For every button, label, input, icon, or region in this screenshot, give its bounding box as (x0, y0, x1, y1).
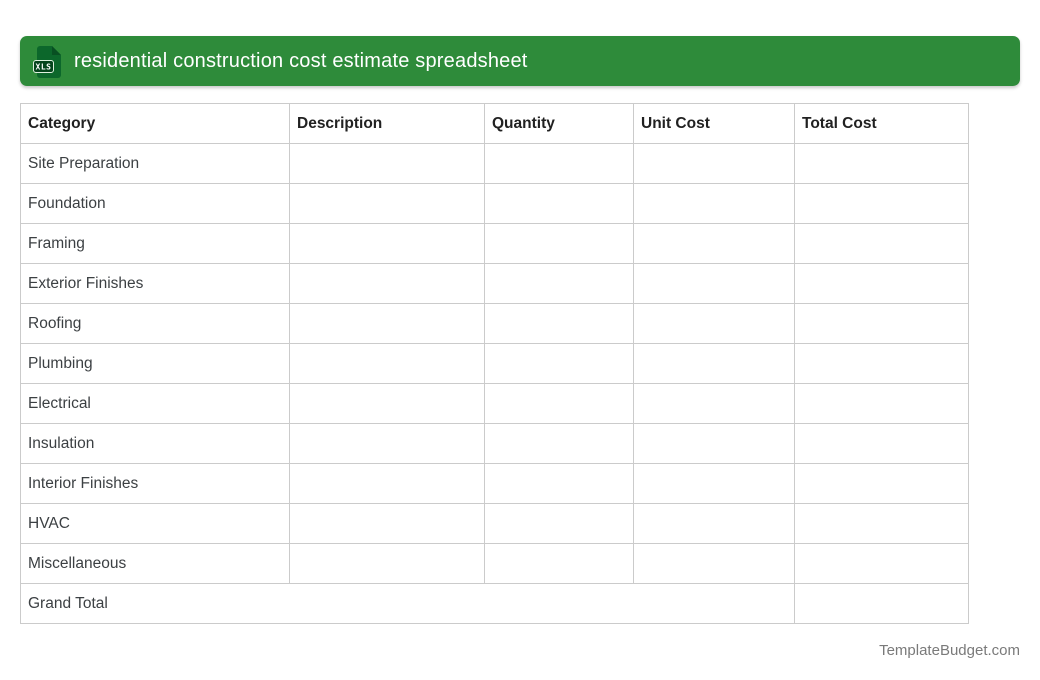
category-cell: Electrical (20, 383, 290, 424)
quantity-cell (484, 183, 634, 224)
quantity-cell (484, 503, 634, 544)
unit-cost-cell (633, 183, 795, 224)
quantity-cell (484, 343, 634, 384)
unit-cost-cell (633, 463, 795, 504)
table-row: HVAC (20, 503, 969, 544)
table-row: Plumbing (20, 343, 969, 384)
description-cell (289, 503, 485, 544)
unit-cost-cell (633, 223, 795, 264)
category-cell: Interior Finishes (20, 463, 290, 504)
page-title: residential construction cost estimate s… (74, 49, 528, 72)
xls-file-icon: XLS (33, 45, 62, 79)
table-row: Miscellaneous (20, 543, 969, 584)
column-header-description: Description (289, 103, 485, 144)
quantity-cell (484, 423, 634, 464)
table-row: Interior Finishes (20, 463, 969, 504)
xls-icon-label: XLS (36, 63, 52, 72)
description-cell (289, 183, 485, 224)
table-row: Foundation (20, 183, 969, 224)
column-header-category: Category (20, 103, 290, 144)
quantity-cell (484, 463, 634, 504)
quantity-cell (484, 303, 634, 344)
description-cell (289, 423, 485, 464)
total-cost-cell (794, 503, 969, 544)
site-credit: TemplateBudget.com (879, 642, 1020, 659)
description-cell (289, 143, 485, 184)
table-row: Roofing (20, 303, 969, 344)
description-cell (289, 223, 485, 264)
category-cell: Plumbing (20, 343, 290, 384)
total-cost-cell (794, 343, 969, 384)
column-header-total-cost: Total Cost (794, 103, 969, 144)
quantity-cell (484, 223, 634, 264)
unit-cost-cell (633, 423, 795, 464)
category-cell: Miscellaneous (20, 543, 290, 584)
total-cost-cell (794, 143, 969, 184)
unit-cost-cell (633, 383, 795, 424)
grand-total-label-cell: Grand Total (20, 583, 795, 624)
table-body: Site Preparation Foundation Framing Exte… (20, 143, 969, 584)
category-cell: Roofing (20, 303, 290, 344)
quantity-cell (484, 543, 634, 584)
unit-cost-cell (633, 343, 795, 384)
category-cell: Framing (20, 223, 290, 264)
category-cell: Exterior Finishes (20, 263, 290, 304)
title-banner: XLS residential construction cost estima… (20, 36, 1020, 86)
category-cell: HVAC (20, 503, 290, 544)
total-cost-cell (794, 423, 969, 464)
table-row: Framing (20, 223, 969, 264)
total-cost-cell (794, 383, 969, 424)
unit-cost-cell (633, 503, 795, 544)
total-cost-cell (794, 183, 969, 224)
quantity-cell (484, 263, 634, 304)
total-cost-cell (794, 543, 969, 584)
column-header-quantity: Quantity (484, 103, 634, 144)
total-cost-cell (794, 303, 969, 344)
category-cell: Site Preparation (20, 143, 290, 184)
description-cell (289, 303, 485, 344)
table-row: Site Preparation (20, 143, 969, 184)
cost-estimate-table: Category Description Quantity Unit Cost … (20, 103, 969, 624)
grand-total-cost-cell (794, 583, 969, 624)
unit-cost-cell (633, 303, 795, 344)
description-cell (289, 383, 485, 424)
unit-cost-cell (633, 543, 795, 584)
total-cost-cell (794, 263, 969, 304)
grand-total-row: Grand Total (20, 583, 969, 624)
quantity-cell (484, 143, 634, 184)
table-row: Electrical (20, 383, 969, 424)
description-cell (289, 463, 485, 504)
header-row: Category Description Quantity Unit Cost … (20, 103, 969, 144)
unit-cost-cell (633, 263, 795, 304)
column-header-unit-cost: Unit Cost (633, 103, 795, 144)
unit-cost-cell (633, 143, 795, 184)
description-cell (289, 543, 485, 584)
table-row: Insulation (20, 423, 969, 464)
total-cost-cell (794, 463, 969, 504)
quantity-cell (484, 383, 634, 424)
total-cost-cell (794, 223, 969, 264)
category-cell: Insulation (20, 423, 290, 464)
description-cell (289, 263, 485, 304)
description-cell (289, 343, 485, 384)
table-row: Exterior Finishes (20, 263, 969, 304)
category-cell: Foundation (20, 183, 290, 224)
